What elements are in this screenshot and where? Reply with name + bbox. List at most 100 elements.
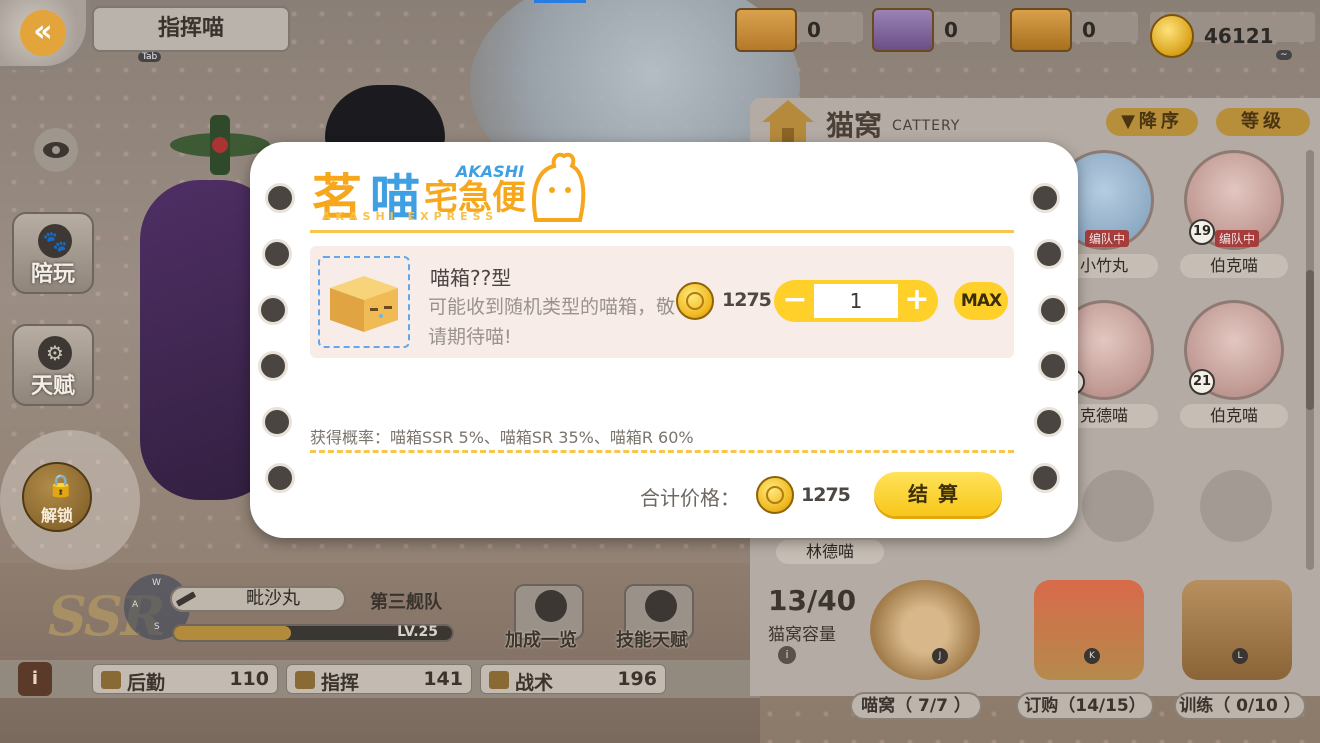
stat-logistics: 后勤 110 [92, 664, 278, 694]
hotkey-l: L [1232, 648, 1248, 664]
bonus-overview-label: 加成一览 [505, 630, 577, 651]
cat-portrait: 21 [1184, 300, 1284, 400]
fleet-label: 第三舰队 [370, 592, 442, 613]
exp-bar: LV.25 [172, 624, 454, 642]
book-icon [489, 671, 509, 689]
total-price-label: 合计价格： [640, 486, 740, 510]
play-button[interactable]: 🐾 陪玩 [12, 212, 94, 294]
cat-level: 19 [1189, 219, 1215, 245]
coin-count: 46121 [1204, 24, 1274, 48]
ticket-hole [1038, 295, 1068, 325]
cat-name: 伯克喵 [1180, 404, 1288, 428]
back-arrow-icon: « [20, 10, 66, 56]
resource-box-ssr[interactable]: 0 [735, 8, 821, 52]
compass-left: A [132, 600, 139, 610]
decrease-button[interactable]: − [778, 284, 812, 318]
stat-tactics: 战术 196 [480, 664, 666, 694]
top-accent-line [534, 0, 586, 3]
page-title: 指挥喵 [92, 6, 290, 52]
cat-card[interactable]: 21 伯克喵 [1180, 300, 1288, 428]
dashed-divider [310, 450, 1014, 453]
drop-probability: 获得概率：喵箱SSR 5%、喵箱SR 35%、喵箱R 60% [310, 428, 694, 447]
cat-box-r-icon [1010, 8, 1072, 52]
tab-key-hint: Tab [138, 52, 162, 62]
training-box-icon [1182, 580, 1292, 680]
cat-name: 伯克喵 [1180, 254, 1288, 278]
rename-pencil-icon[interactable] [176, 590, 200, 608]
cat-box-icon [330, 276, 398, 332]
cattery-capacity-value: 13/40 [768, 584, 857, 617]
cat-box-sr-icon [872, 8, 934, 52]
flag-icon [295, 671, 315, 689]
unlock-button[interactable]: 🔒 解锁 [22, 462, 92, 532]
ticket-hole [1038, 351, 1068, 381]
coin-icon [756, 476, 794, 514]
total-price: 1275 [801, 484, 851, 506]
info-button[interactable]: i [18, 662, 52, 696]
cattery-scrollbar[interactable] [1306, 150, 1314, 570]
box-sr-count: 0 [944, 18, 958, 42]
ticket-hole [1034, 239, 1064, 269]
quantity-stepper: − + [774, 280, 938, 322]
gear-paw-icon: ⚙ [38, 336, 72, 370]
hotkey-k: K [1084, 648, 1100, 664]
quantity-input[interactable] [814, 284, 898, 318]
ticket-hole [1034, 407, 1064, 437]
cat-card[interactable]: 19 编队中 伯克喵 [1180, 150, 1288, 278]
talent-button[interactable]: ⚙ 天赋 [12, 324, 94, 406]
ticket-hole [262, 239, 292, 269]
header-rule [310, 230, 1014, 233]
resource-coins[interactable]: 46121 [1150, 14, 1274, 58]
sort-desc-button[interactable]: ▼降序 [1106, 108, 1198, 136]
hotkey-j: J [932, 648, 948, 664]
exp-fill [174, 626, 291, 640]
empty-cat-slot-paw-icon[interactable] [1200, 470, 1272, 542]
stat-logistics-value: 110 [229, 668, 269, 690]
shop-stall-icon [1034, 580, 1144, 680]
cat-bed-icon [870, 580, 980, 680]
stat-command-label: 指挥 [321, 672, 360, 694]
resource-box-sr[interactable]: 0 [872, 8, 958, 52]
facility-order-label[interactable]: 订购（14/15） [1016, 692, 1154, 720]
cat-level: 21 [1189, 369, 1215, 395]
facility-nest-label[interactable]: 喵窝（ 7/7 ） [850, 692, 982, 720]
unlock-label: 解锁 [40, 506, 73, 525]
tilde-key-hint: ~ [1276, 50, 1292, 60]
ticket-hole [265, 183, 295, 213]
item-name: 喵箱??型 [430, 266, 512, 290]
scroll-thumb[interactable] [1306, 270, 1314, 410]
cat-portrait: 19 编队中 [1184, 150, 1284, 250]
cat-name: 林德喵 [776, 540, 884, 564]
cattery-title: 猫窝 [826, 109, 883, 142]
stat-command: 指挥 141 [286, 664, 472, 694]
sort-level-button[interactable]: 等级 [1216, 108, 1310, 136]
checkout-button[interactable]: 结算 [874, 472, 1002, 516]
stat-logistics-label: 后勤 [127, 672, 166, 694]
skill-talent-label: 技能天赋 [616, 630, 688, 651]
facility-training[interactable]: L [1172, 580, 1302, 688]
ticket-hole [1030, 463, 1060, 493]
commander-name: 毗沙丸 [246, 588, 300, 609]
cattery-capacity-label: 猫窝容量 [768, 625, 836, 645]
empty-cat-slot-paw-icon[interactable] [1082, 470, 1154, 542]
box-r-count: 0 [1082, 18, 1096, 42]
stat-command-value: 141 [423, 668, 463, 690]
facility-training-label[interactable]: 训练（ 0/10 ） [1174, 692, 1306, 720]
ticket-hole [1030, 183, 1060, 213]
box-icon [101, 671, 121, 689]
increase-button[interactable]: + [900, 284, 934, 318]
capacity-info-button[interactable]: i [778, 646, 796, 664]
crosshair-cat-icon [535, 590, 567, 622]
hide-ui-button[interactable] [34, 128, 78, 172]
ticket-hole [258, 295, 288, 325]
item-description: 可能收到随机类型的喵箱，敬请期待喵! [428, 296, 676, 348]
ticket-hole [265, 463, 295, 493]
max-button[interactable]: MAX [954, 282, 1008, 320]
facility-nest[interactable]: J [860, 580, 990, 688]
lock-icon: 🔒 [47, 474, 75, 499]
resource-box-r[interactable]: 0 [1010, 8, 1096, 52]
facility-order[interactable]: K [1024, 580, 1154, 688]
box-ssr-count: 0 [807, 18, 821, 42]
in-fleet-tag: 编队中 [1215, 230, 1260, 247]
cattery-subtitle: CATTERY [892, 118, 961, 134]
